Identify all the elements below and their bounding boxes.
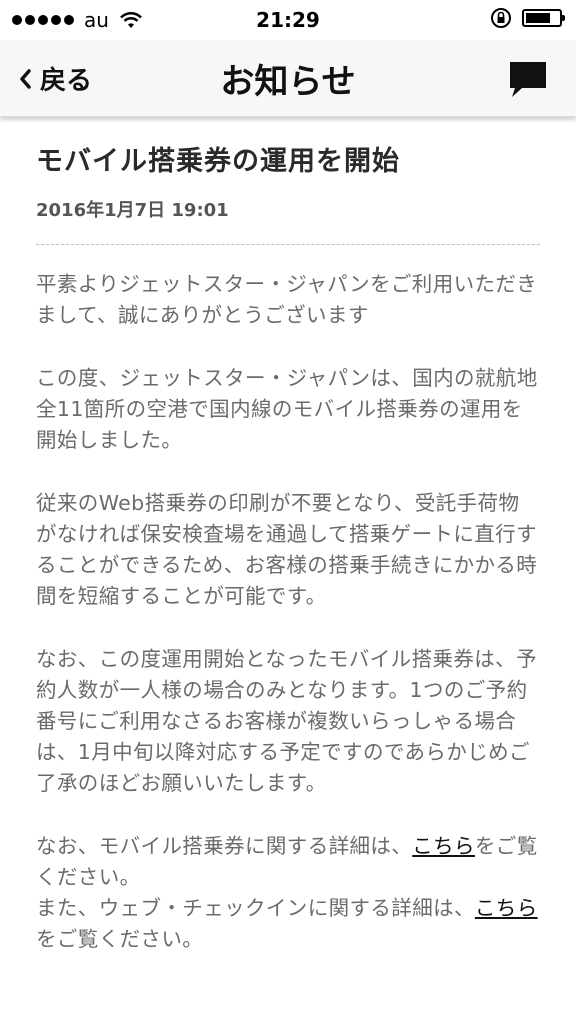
mobile-boarding-pass-details-link[interactable]: こちら (412, 834, 475, 858)
status-bar: au 21:29 (0, 0, 576, 40)
navigation-bar: 戻る お知らせ (0, 40, 576, 117)
article-content: モバイル搭乗券の運用を開始 2016年1月7日 19:01 平素よりジェットスタ… (0, 117, 576, 955)
battery-fill (526, 13, 550, 23)
paragraph: なお、この度運用開始となったモバイル搭乗券は、予約人数が一人様の場合のみとなりま… (36, 647, 537, 795)
details-text: なお、モバイル搭乗券に関する詳細は、 (36, 834, 413, 858)
details-text: をご覧ください。 (36, 927, 204, 951)
rotation-lock-icon (491, 8, 511, 28)
details-paragraph: なお、モバイル搭乗券に関する詳細は、こちらをご覧ください。 また、ウェブ・チェック… (36, 831, 540, 955)
divider (36, 244, 540, 245)
article-title: モバイル搭乗券の運用を開始 (36, 146, 400, 177)
status-right (490, 7, 565, 29)
battery-icon (522, 9, 565, 27)
article-date: 2016年1月7日 19:01 (36, 200, 229, 221)
paragraph: 平素よりジェットスター・ジャパンをご利用いただきまして、誠にありがとうございます (36, 272, 538, 327)
paragraph: この度、ジェットスター・ジャパンは、国内の就航地全11箇所の空港で国内線のモバイ… (36, 366, 538, 452)
page-title: お知らせ (220, 62, 356, 102)
details-text: また、ウェブ・チェックインに関する詳細は、 (36, 896, 475, 920)
web-checkin-details-link[interactable]: こちら (475, 896, 538, 920)
paragraph: 従来のWeb搭乗券の印刷が不要となり、受託手荷物がなければ保安検査場を通過して搭… (36, 491, 538, 608)
chat-bubble-icon[interactable] (508, 60, 548, 98)
